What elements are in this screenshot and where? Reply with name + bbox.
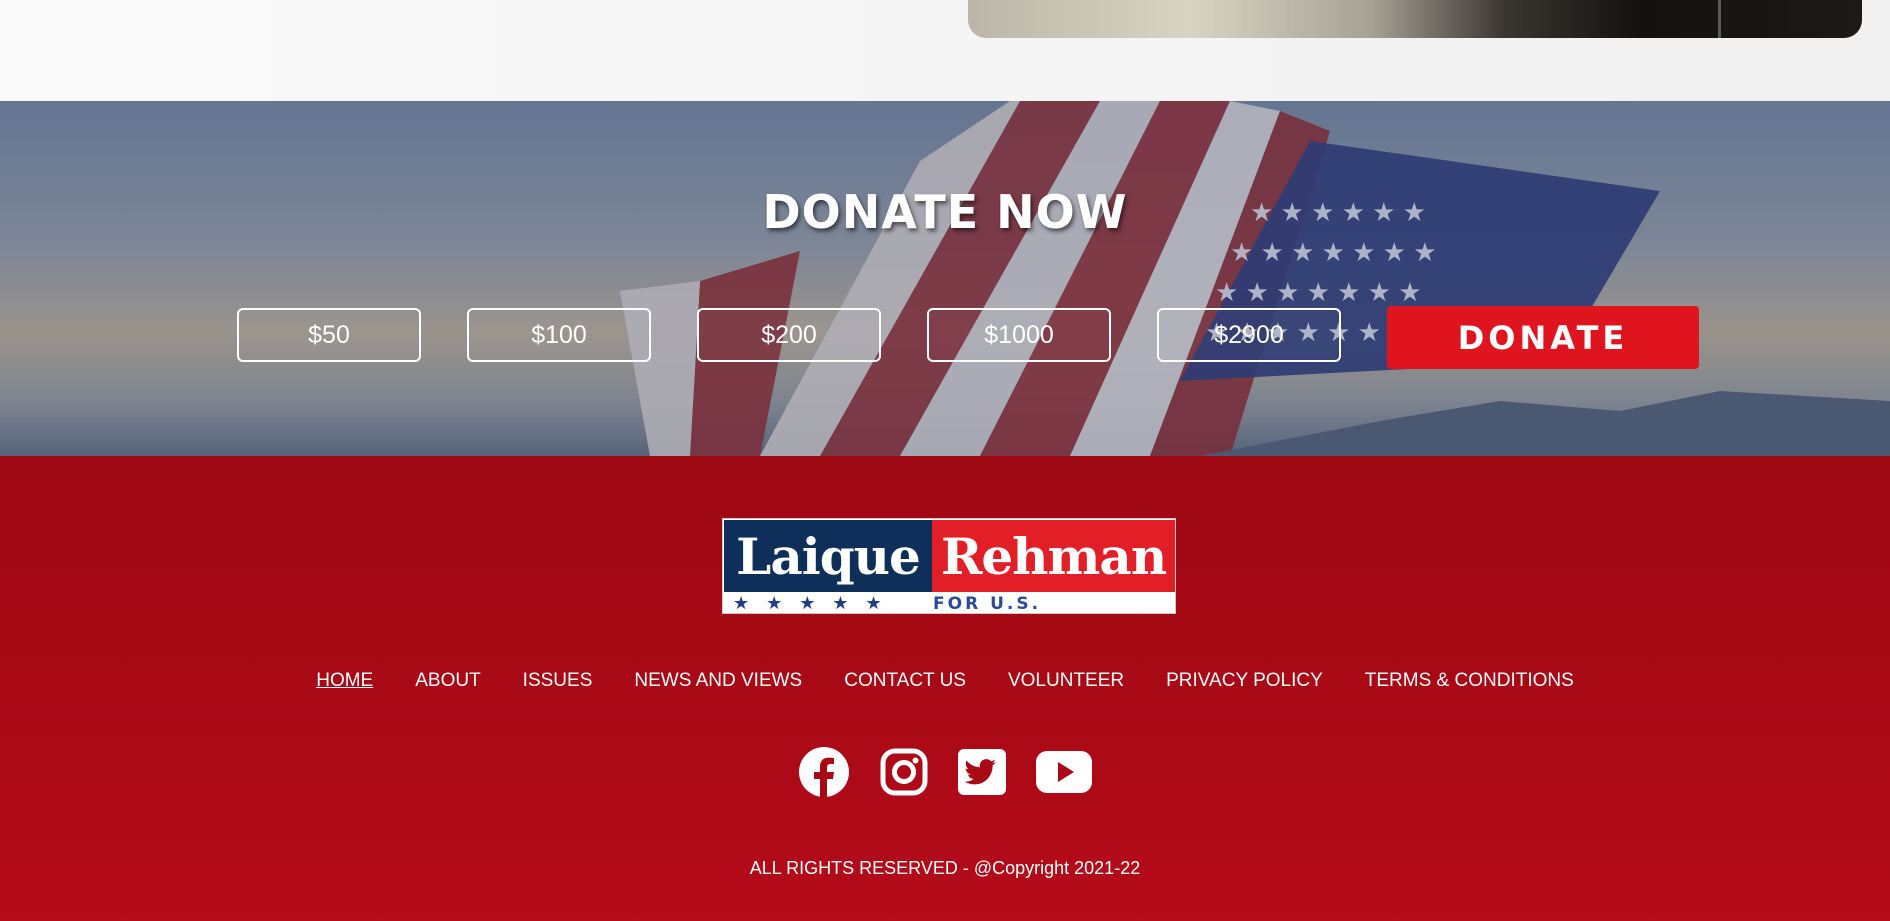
amount-button-2900[interactable]: $2900 [1157,308,1341,362]
flag-background-image: ★ ★ ★ ★ ★ ★ ★ ★ ★ ★ ★ ★ ★ ★ ★ ★ ★ ★ ★ ★ … [0,101,1890,456]
nav-link-privacy-policy[interactable]: PRIVACY POLICY [1166,670,1323,692]
amount-button-50[interactable]: $50 [237,308,421,362]
top-section [0,0,1890,101]
social-links [0,746,1890,803]
nav-link-terms-conditions[interactable]: TERMS & CONDITIONS [1365,670,1574,692]
nav-link-home[interactable]: HOME [316,670,373,692]
amount-button-100[interactable]: $100 [467,308,651,362]
copyright-text: ALL RIGHTS RESERVED - @Copyright 2021-22 [749,858,1141,878]
logo-last-name: Rehman [932,520,1175,592]
logo-tagline: FOR U.S. CONGRESS [933,594,1042,614]
campaign-logo[interactable]: Laique Rehman ★★★★★ FOR U.S. CONGRESS [722,518,1176,614]
video-thumbnail[interactable] [968,0,1862,38]
donate-button[interactable]: DONATE [1387,306,1699,369]
logo-first-name: Laique [724,520,932,592]
nav-link-about[interactable]: ABOUT [415,670,480,692]
instagram-icon[interactable] [880,748,928,801]
donate-title: DONATE NOW [762,185,1128,239]
footer: Laique Rehman ★★★★★ FOR U.S. CONGRESS HO… [0,456,1890,921]
youtube-icon[interactable] [1036,751,1092,798]
donate-section: ★ ★ ★ ★ ★ ★ ★ ★ ★ ★ ★ ★ ★ ★ ★ ★ ★ ★ ★ ★ … [0,101,1890,456]
amount-button-200[interactable]: $200 [697,308,881,362]
twitter-icon[interactable] [958,749,1006,800]
nav-link-news-and-views[interactable]: NEWS AND VIEWS [634,670,802,692]
facebook-icon[interactable] [798,746,850,803]
logo-stars: ★★★★★ [733,593,899,613]
amount-button-1000[interactable]: $1000 [927,308,1111,362]
footer-nav: HOME ABOUT ISSUES NEWS AND VIEWS CONTACT… [0,670,1890,692]
nav-link-volunteer[interactable]: VOLUNTEER [1008,670,1124,692]
nav-link-issues[interactable]: ISSUES [523,670,593,692]
nav-link-contact-us[interactable]: CONTACT US [844,670,966,692]
